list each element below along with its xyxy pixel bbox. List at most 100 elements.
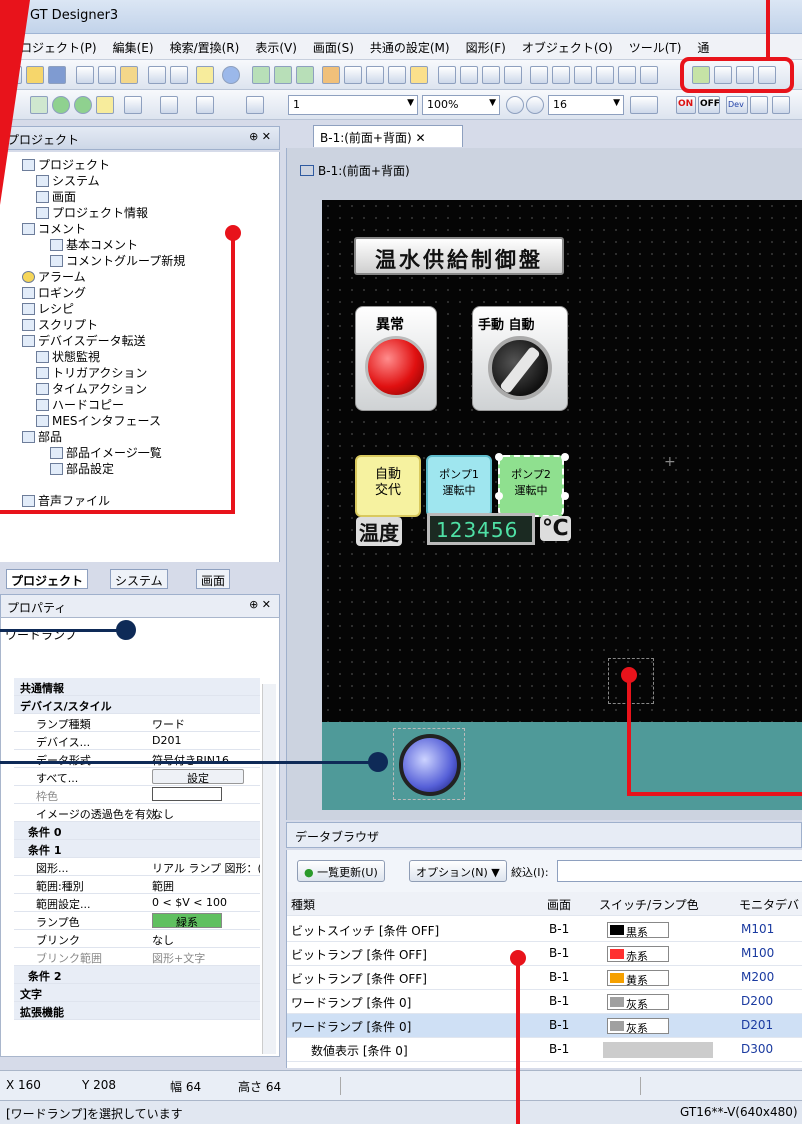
tree-item[interactable]: ロギング (22, 284, 86, 300)
pin-icon[interactable]: ⊕ ✕ (249, 598, 271, 611)
property-row[interactable]: ランプ種類 ワード (14, 714, 260, 732)
mode-selector-switch[interactable] (488, 336, 552, 400)
zoom-in-icon[interactable] (506, 96, 524, 114)
tree-item[interactable]: 部品 (22, 428, 62, 444)
tree-item[interactable]: アラーム (22, 268, 86, 284)
options-button[interactable]: オプション(N) ▼ (409, 860, 507, 882)
property-row[interactable]: ブリンク範囲 図形+文字 (14, 948, 260, 966)
table-row[interactable]: ビットランプ [条件 OFF] B-1 黄系 M200 (287, 966, 802, 990)
grid-size-select[interactable]: 16 ▼ (548, 95, 624, 115)
tree-item[interactable]: 基本コメント (50, 236, 138, 252)
draw-a-icon[interactable] (30, 96, 48, 114)
tree-item[interactable]: トリガアクション (36, 364, 147, 380)
menu-common[interactable]: 共通の設定(M) (362, 34, 458, 59)
tree-item[interactable]: コメントグループ新規 (50, 252, 185, 268)
pump2-running-button[interactable]: ポンプ2 運転中 (498, 455, 564, 517)
property-row[interactable]: 枠色 (14, 786, 260, 804)
screen-open-icon[interactable] (274, 66, 292, 84)
layout-2-icon[interactable] (460, 66, 478, 84)
tree-item[interactable]: デバイスデータ転送 (22, 332, 146, 348)
property-row[interactable]: 共通情報 (14, 678, 260, 696)
text-icon[interactable] (160, 96, 178, 114)
col-monitor-device[interactable]: モニタデバ (739, 896, 799, 913)
selection-handle[interactable] (561, 492, 569, 500)
tree-item[interactable]: システム (36, 172, 100, 188)
tab-project[interactable]: プロジェクト (6, 569, 89, 589)
comment-icon[interactable] (366, 66, 384, 84)
abc-icon[interactable] (552, 66, 570, 84)
data-list-icon[interactable] (388, 66, 406, 84)
refresh-list-button[interactable]: ● 一覧更新(U) (297, 860, 385, 882)
tree-item[interactable]: プロジェクト情報 (36, 204, 148, 220)
table-row[interactable]: ビットランプ [条件 OFF] B-1 赤系 M100 (287, 942, 802, 966)
tab-screen-b1[interactable]: B-1:(前面+背面) ✕ (313, 125, 463, 147)
select-pointer-icon[interactable] (196, 66, 214, 84)
tree-item[interactable]: スクリプト (22, 316, 98, 332)
property-row[interactable]: 範囲設定... 0 < $V < 100 (14, 894, 260, 912)
undo-icon[interactable] (148, 66, 166, 84)
library-icon[interactable] (322, 66, 340, 84)
height-field[interactable]: 高さ 64 (238, 1078, 281, 1095)
menu-tool[interactable]: ツール(T) (621, 34, 690, 59)
menu-object[interactable]: オブジェクト(O) (514, 34, 621, 59)
display-mode-icon[interactable] (630, 96, 658, 114)
property-row[interactable]: ランプ色 緑系 (14, 912, 260, 930)
draw-b-icon[interactable] (52, 96, 70, 114)
property-row[interactable]: データ形式符号付きBIN16 (14, 750, 260, 768)
tree-item[interactable]: プロジェクト (22, 156, 110, 172)
device-display-button[interactable]: Dev (726, 96, 748, 114)
tree-item[interactable]: 部品設定 (50, 460, 114, 476)
property-row[interactable]: ブリンク なし (14, 930, 260, 948)
tab-screen[interactable]: 画面 (196, 569, 231, 589)
tab-system[interactable]: システム (110, 569, 168, 589)
property-row[interactable]: 条件 1 (14, 840, 260, 858)
menu-figure[interactable]: 図形(F) (458, 34, 514, 59)
tool-e-icon[interactable] (750, 96, 768, 114)
pump1-running-button[interactable]: ポンプ1 運転中 (426, 455, 492, 517)
draw-d-icon[interactable] (96, 96, 114, 114)
copy-icon[interactable] (98, 66, 116, 84)
tool-b-icon[interactable] (596, 66, 614, 84)
property-row[interactable]: 拡張機能 (14, 1002, 260, 1020)
property-row[interactable]: デバイス... D201 (14, 732, 260, 750)
property-row[interactable]: デバイス/スタイル (14, 696, 260, 714)
tree-item[interactable]: コメント (22, 220, 86, 236)
parts-icon[interactable] (344, 66, 362, 84)
device-list-icon[interactable] (410, 66, 428, 84)
help-icon[interactable] (222, 66, 240, 84)
erase-icon[interactable] (196, 96, 214, 114)
property-row[interactable]: すべて... 設定 (14, 768, 260, 786)
tool-d-icon[interactable] (640, 66, 658, 84)
property-row[interactable]: 範囲:種別 範囲 (14, 876, 260, 894)
paste-icon[interactable] (120, 66, 138, 84)
menu-edit[interactable]: 編集(E) (105, 34, 162, 59)
tree-item[interactable]: タイムアクション (36, 380, 147, 396)
zoom-select[interactable]: 100% ▼ (422, 95, 500, 115)
col-screen[interactable]: 画面 (547, 896, 571, 913)
draw-style-tools[interactable] (640, 1077, 800, 1095)
tree-item[interactable]: 部品イメージ一覧 (50, 444, 162, 460)
align-tools[interactable] (340, 1077, 630, 1095)
filter-input[interactable] (557, 860, 802, 882)
pin-icon[interactable]: ⊕ ✕ (249, 130, 271, 143)
property-row[interactable]: 図形... リアル ランプ 図形：( (14, 858, 260, 876)
tree-item[interactable]: 画面 (36, 188, 76, 204)
off-state-button[interactable]: OFF (698, 96, 720, 114)
selection-handle[interactable] (495, 492, 503, 500)
property-scrollbar[interactable] (262, 684, 276, 1054)
temperature-numeric-display[interactable]: 123456 (427, 513, 535, 545)
table-row[interactable]: ビットスイッチ [条件 OFF] B-1 黒系 M101 (287, 918, 802, 942)
property-row[interactable]: イメージの透過色を有効 なし (14, 804, 260, 822)
layout-1-icon[interactable] (438, 66, 456, 84)
menu-search[interactable]: 検索/置換(R) (162, 34, 248, 59)
menu-view[interactable]: 表示(V) (247, 34, 305, 59)
zoom-area-icon[interactable] (246, 96, 264, 114)
layout-3-icon[interactable] (482, 66, 500, 84)
on-state-button[interactable]: ON (676, 96, 696, 114)
zoom-out-icon[interactable] (526, 96, 544, 114)
grid-icon[interactable] (530, 66, 548, 84)
tree-item[interactable]: 音声ファイル (22, 492, 110, 508)
x-coordinate[interactable]: X 160 (6, 1078, 41, 1092)
draw-c-icon[interactable] (74, 96, 92, 114)
menu-screen[interactable]: 画面(S) (305, 34, 362, 59)
